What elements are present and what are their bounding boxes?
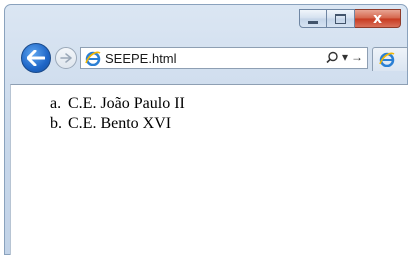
list-item: b. C.E. Bento XVI <box>50 114 185 134</box>
minimize-icon <box>308 20 318 24</box>
maximize-icon <box>335 13 346 24</box>
back-button[interactable] <box>21 43 51 73</box>
address-dropdown-button[interactable]: ▾ <box>342 50 348 64</box>
list-item-text: C.E. Bento XVI <box>68 115 172 132</box>
close-icon: x <box>372 10 383 27</box>
address-bar[interactable]: SEEPE.html ▾ → <box>80 47 368 69</box>
tab-ie[interactable] <box>372 47 408 71</box>
address-tools: ▾ → <box>326 50 363 64</box>
list-item-text: C.E. João Paulo II <box>68 95 185 112</box>
back-arrow-icon <box>27 50 45 66</box>
list-marker: b. <box>50 115 62 132</box>
list-item: a. C.E. João Paulo II <box>50 94 185 114</box>
page-content: a. C.E. João Paulo II b. C.E. Bento XVI <box>10 84 408 255</box>
go-button[interactable]: → <box>351 50 363 64</box>
forward-arrow-icon <box>60 53 72 63</box>
close-button[interactable]: x <box>355 9 401 28</box>
window-caption-buttons: x <box>299 9 401 29</box>
list-marker: a. <box>50 95 62 112</box>
ordered-list: a. C.E. João Paulo II b. C.E. Bento XVI <box>50 94 185 134</box>
ie-page-icon <box>85 50 101 66</box>
minimize-button[interactable] <box>299 9 327 28</box>
search-icon[interactable] <box>326 51 339 64</box>
maximize-button[interactable] <box>327 9 355 28</box>
forward-button[interactable] <box>55 47 77 69</box>
address-input[interactable]: SEEPE.html <box>105 51 177 66</box>
ie-tab-icon <box>379 51 395 67</box>
browser-window: x SEEPE.html ▾ → a. C.E. João Paulo II b… <box>0 0 413 257</box>
